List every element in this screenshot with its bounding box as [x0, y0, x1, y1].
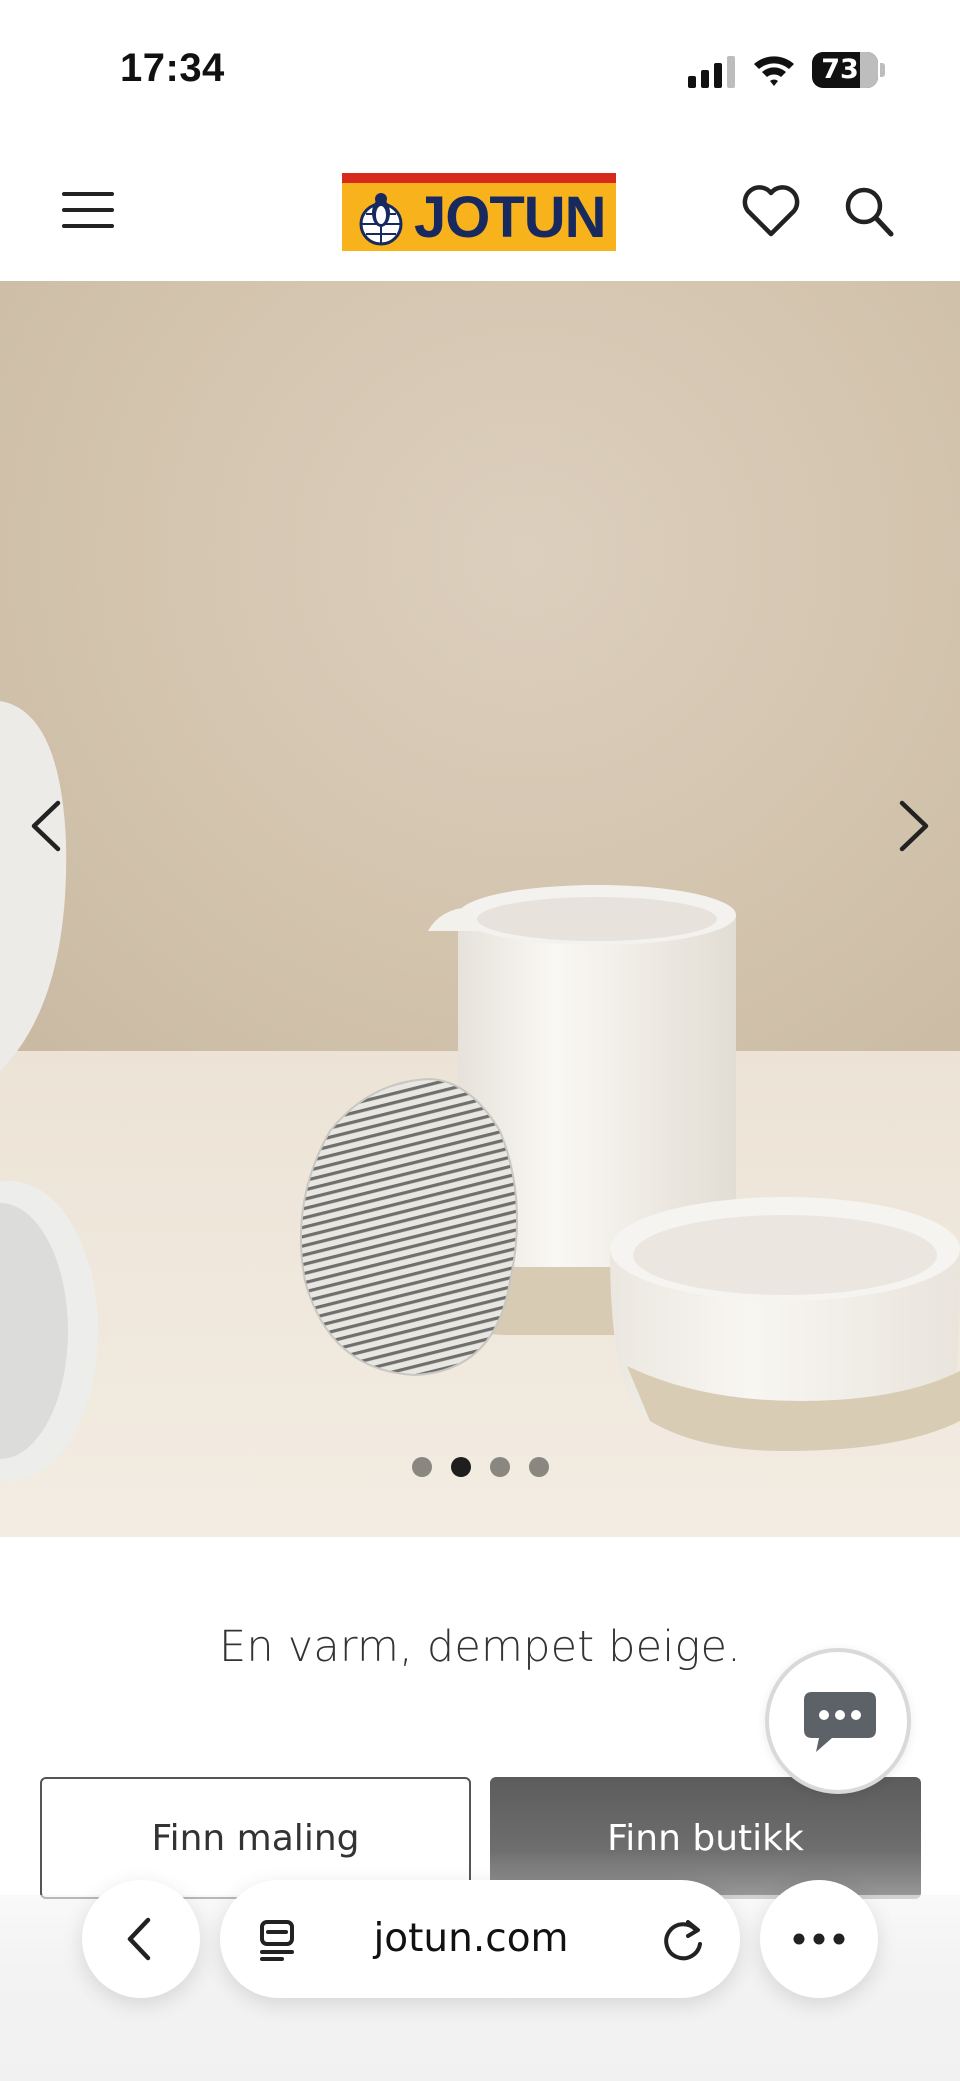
search-icon[interactable] [842, 184, 894, 238]
wifi-icon [754, 56, 794, 86]
hero-carousel[interactable] [0, 281, 960, 1537]
heart-icon[interactable] [742, 184, 800, 238]
url-text[interactable]: jotun.com [316, 1880, 626, 1998]
chevron-right-icon[interactable] [890, 791, 938, 861]
penguin-globe-icon [359, 193, 403, 246]
carousel-dot-3[interactable] [489, 1457, 510, 1477]
browser-more-button[interactable] [760, 1880, 878, 1998]
tabs-icon[interactable] [258, 1918, 300, 1962]
logo-stripe [342, 173, 616, 183]
reload-icon[interactable] [660, 1916, 706, 1962]
jotun-logo[interactable]: JOTUN [342, 173, 616, 251]
back-icon [127, 1917, 151, 1961]
brand-name: JOTUN [414, 185, 607, 250]
carousel-dot-1[interactable] [411, 1457, 432, 1477]
chevron-left-icon[interactable] [22, 791, 70, 861]
browser-address-bar[interactable]: jotun.com [220, 1880, 740, 1998]
hero-image-ceramics [0, 701, 960, 1481]
battery-level: 73 [821, 54, 859, 85]
status-bar: 17:34 73 [0, 0, 960, 140]
battery-nub [880, 63, 885, 77]
carousel-dot-2[interactable] [450, 1457, 471, 1477]
more-icon [793, 1933, 845, 1945]
signal-icon [688, 56, 735, 88]
chat-button[interactable] [765, 1648, 911, 1794]
carousel-dot-4[interactable] [528, 1457, 549, 1477]
menu-icon[interactable] [62, 188, 114, 232]
carousel-dots [0, 1457, 960, 1477]
site-header: JOTUN [0, 140, 960, 281]
browser-back-button[interactable] [82, 1880, 200, 1998]
status-time: 17:34 [120, 46, 225, 90]
battery-icon: 73 [812, 52, 878, 88]
chat-bubble-icon [804, 1692, 876, 1752]
